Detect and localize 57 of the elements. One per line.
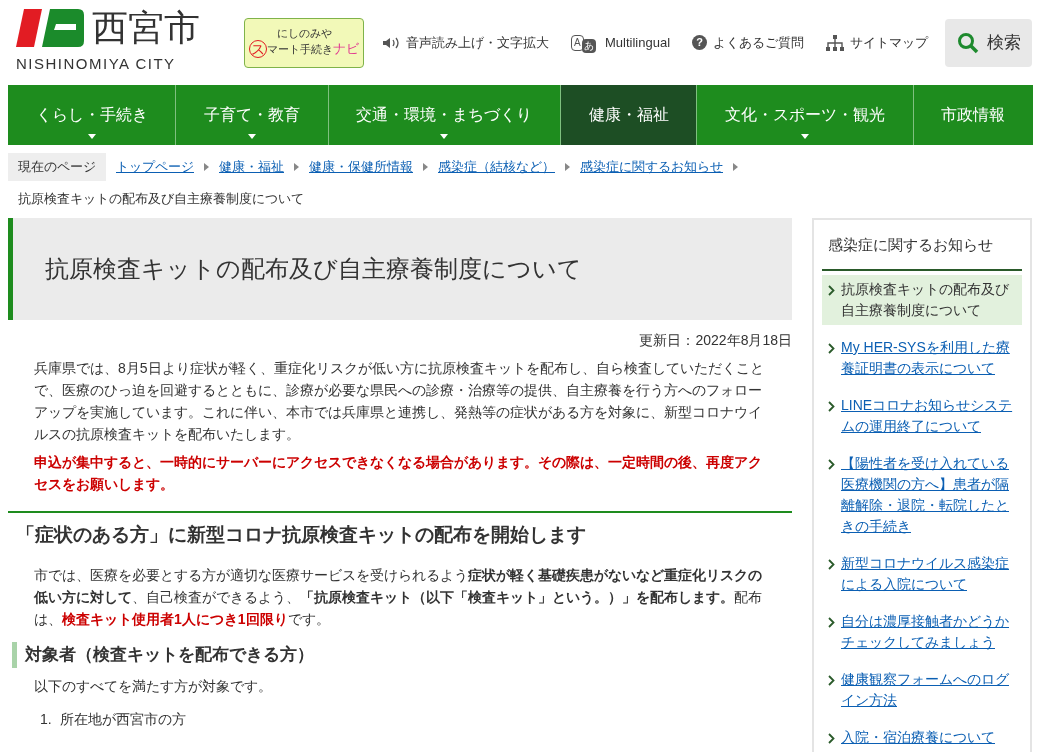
breadcrumb-link[interactable]: 感染症（結核など） (438, 157, 555, 177)
city-name: 西宮市 (92, 10, 200, 47)
condition-text: 所在地が西宮市の方 (59, 709, 186, 729)
chevron-icon (828, 732, 835, 744)
breadcrumb-current: 抗原検査キットの配布及び自主療養制度について (18, 189, 305, 208)
sidebar-link[interactable]: 自分は濃厚接触者かどうかチェックしてみましょう (841, 610, 1016, 653)
city-roman-name: NISHINOMIYA CITY (16, 54, 177, 75)
sidebar-link[interactable]: 新型コロナウイルス感染症による入院について (841, 552, 1016, 595)
breadcrumb-link[interactable]: 健康・福祉 (219, 157, 284, 177)
nav-tab[interactable]: 子育て・教育 (175, 85, 328, 145)
utility-link[interactable]: サイトマップ (826, 32, 929, 53)
nav-tab[interactable]: くらし・手続き (8, 85, 176, 145)
utility-link[interactable]: A あ Multilingual (571, 32, 671, 53)
search-icon (956, 31, 979, 54)
chevron-icon (828, 558, 835, 570)
updated-date: 更新日：2022年8月18日 (638, 331, 792, 350)
nav-tab[interactable]: 交通・環境・まちづくり (327, 85, 560, 145)
chevron-icon (828, 400, 835, 412)
breadcrumb-arrow-icon (294, 162, 299, 171)
intro-paragraph: 兵庫県では、8月5日より症状が軽く、重症化リスクが低い方に抗原検査キットを配布し、自ら検査していただくことで、医療のひっ迫を回避するとともに、診療が必要な県民への診療・治療等の提供、自主療養を行う方へのフォローアップを実施しています。これに伴い、本市では兵庫県と連携し、発熱等の症状がある方を対象に、新型コロナウイルスの抗原検査キットを配布いたします。 (34, 359, 765, 444)
search-button[interactable]: 検索 (945, 18, 1032, 67)
nav-tab[interactable]: 健康・福祉 (560, 85, 697, 145)
sidebar-link[interactable]: 【陽性者を受け入れている医療機関の方へ】患者が隔離解除・退院・転院したときの手続き (841, 452, 1016, 537)
sidebar-link[interactable]: LINEコロナお知らせシステムの運用終了について (841, 394, 1016, 437)
city-logo-icon (16, 9, 84, 48)
breadcrumb-arrow-icon (565, 162, 570, 171)
smart-procedure-navi-banner[interactable]: にしのみや ス マート手続きナビ (244, 17, 364, 68)
subsection-heading: 対象者（検査キットを配布できる方） (12, 641, 792, 668)
speaker-icon (382, 36, 400, 49)
breadcrumb-link[interactable]: 健康・保健所情報 (309, 157, 413, 177)
utility-link[interactable]: ? よくあるご質問 (692, 32, 805, 53)
breadcrumb-arrow-icon (204, 162, 209, 171)
chevron-icon (828, 616, 835, 628)
chevron-icon (828, 342, 835, 354)
sidebar-title: 感染症に関するお知らせ (822, 220, 1022, 271)
section-heading: 「症状のある方」に新型コロナ抗原検査キットの配布を開始します (16, 523, 587, 547)
chevron-icon (828, 284, 835, 296)
breadcrumb-link[interactable]: 感染症に関するお知らせ (580, 157, 723, 177)
utility-link[interactable]: 音声読み上げ・文字拡大 (382, 32, 549, 53)
breadcrumb-arrow-icon (423, 162, 428, 171)
sitemap-icon (826, 34, 845, 51)
breadcrumb-label: 現在のページ (8, 153, 106, 181)
section-paragraph: 市では、医療を必要とする方が適切な医療サービスを受けられるよう症状が軽く基礎疾患がないなど重症化リスクの低い方に対して、自己検査ができるよう、「抗原検査キット（以下「検査キット」という。）」を配布します。配布は、検査キット使用者1人につき1回限り です。 (34, 565, 763, 629)
nav-tab[interactable]: 文化・スポーツ・観光 (696, 85, 913, 145)
nav-tab[interactable]: 市政情報 (912, 85, 1033, 145)
breadcrumb-arrow-icon (733, 162, 738, 171)
access-warning: 申込が集中すると、一時的にサーバーにアクセスできなくなる場合があります。その際は、一定時間の後、再度アクセスをお願いします。 (34, 453, 763, 494)
list-number: 1. (40, 709, 52, 729)
chevron-icon (828, 674, 835, 686)
sidebar-link[interactable]: My HER-SYSを利用した療養証明書の表示について (841, 336, 1016, 379)
breadcrumb-link[interactable]: トップページ (116, 157, 194, 177)
chevron-icon (828, 458, 835, 470)
page-title: 抗原検査キットの配布及び自主療養制度について (8, 218, 792, 320)
sidebar-link[interactable]: 入院・宿泊療養について (841, 726, 995, 748)
help-icon: ? (692, 35, 708, 50)
sidebar-link[interactable]: 健康観察フォームへのログイン方法 (841, 668, 1016, 711)
subsection-paragraph: 以下のすべてを満たす方が対象です。 (34, 676, 273, 696)
